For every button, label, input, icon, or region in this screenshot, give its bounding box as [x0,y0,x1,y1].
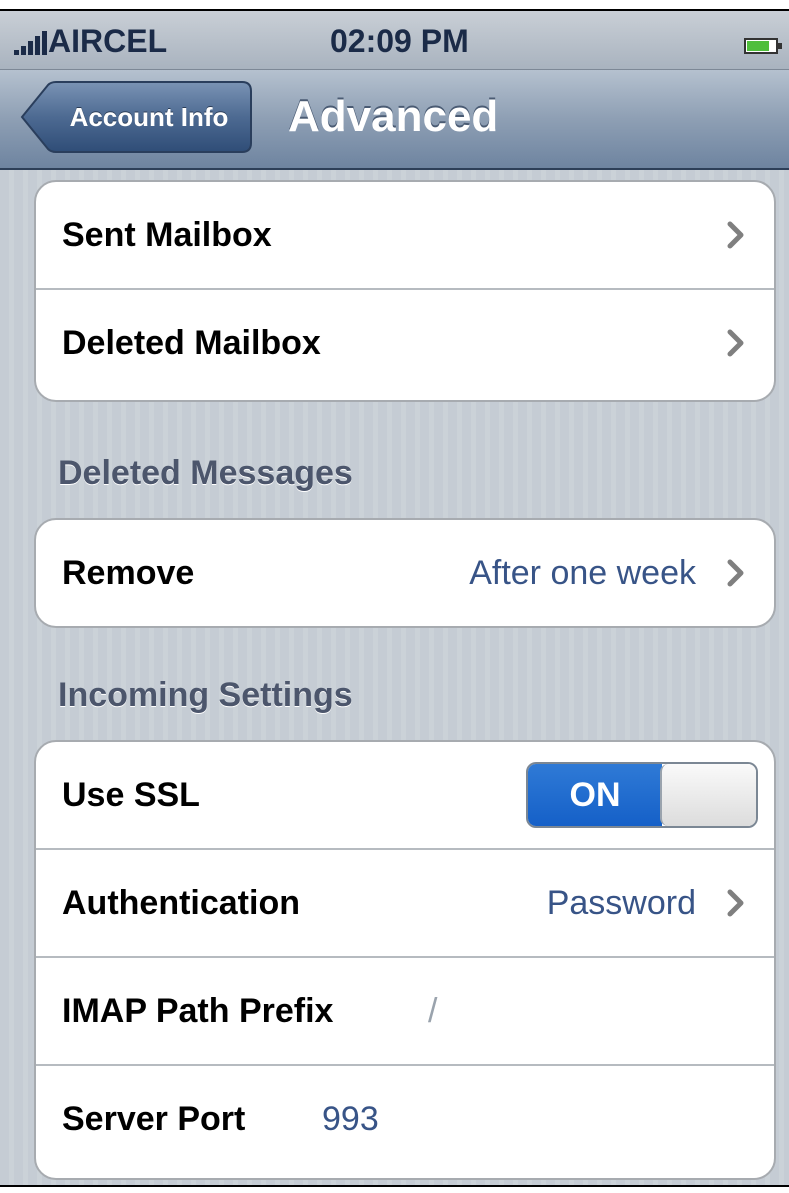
chevron-right-icon [727,559,744,587]
status-time: 02:09 PM [330,23,469,59]
chevron-right-icon [727,889,744,917]
page-title: Advanced [288,92,499,141]
authentication-label: Authentication [62,884,300,922]
remove-value: After one week [469,554,696,592]
sent-mailbox-label: Sent Mailbox [62,216,272,254]
server-port-input[interactable]: 993 [322,1066,379,1172]
deleted-mailbox-row[interactable]: Deleted Mailbox [36,290,774,398]
deleted-mailbox-label: Deleted Mailbox [62,324,321,362]
deleted-messages-group: Remove After one week [34,518,776,628]
chevron-right-icon [727,329,744,357]
imap-path-prefix-input[interactable]: / [428,958,437,1064]
chevron-right-icon [727,221,744,249]
imap-path-prefix-label: IMAP Path Prefix [62,992,334,1030]
authentication-value: Password [546,884,696,922]
toggle-knob[interactable] [660,764,756,826]
deleted-messages-header: Deleted Messages [58,454,353,492]
sent-mailbox-row[interactable]: Sent Mailbox [36,182,774,290]
remove-label: Remove [62,554,195,592]
use-ssl-row: Use SSL ON [36,742,774,850]
toggle-state-label: ON [569,776,621,814]
use-ssl-label: Use SSL [62,776,200,814]
battery-icon [744,38,782,54]
remove-row[interactable]: Remove After one week [36,520,774,626]
back-button-label: Account Info [69,102,229,132]
use-ssl-toggle[interactable]: ON [526,762,758,828]
incoming-settings-header: Incoming Settings [58,676,353,714]
carrier-name: AIRCEL [48,23,168,59]
frame-top [0,0,789,9]
authentication-row[interactable]: Authentication Password [36,850,774,958]
server-port-label: Server Port [62,1100,246,1138]
status-bar: AIRCEL 02:09 PM [0,11,789,70]
navigation-bar: Account Info Advanced [0,70,789,170]
back-button[interactable]: Account Info [20,81,252,153]
frame-bottom [0,1187,789,1193]
incoming-settings-group: Use SSL ON Authentication Password IMAP … [34,740,776,1180]
mailbox-group: Sent Mailbox Deleted Mailbox [34,180,776,402]
imap-path-prefix-row[interactable]: IMAP Path Prefix / [36,958,774,1066]
server-port-row[interactable]: Server Port 993 [36,1066,774,1174]
